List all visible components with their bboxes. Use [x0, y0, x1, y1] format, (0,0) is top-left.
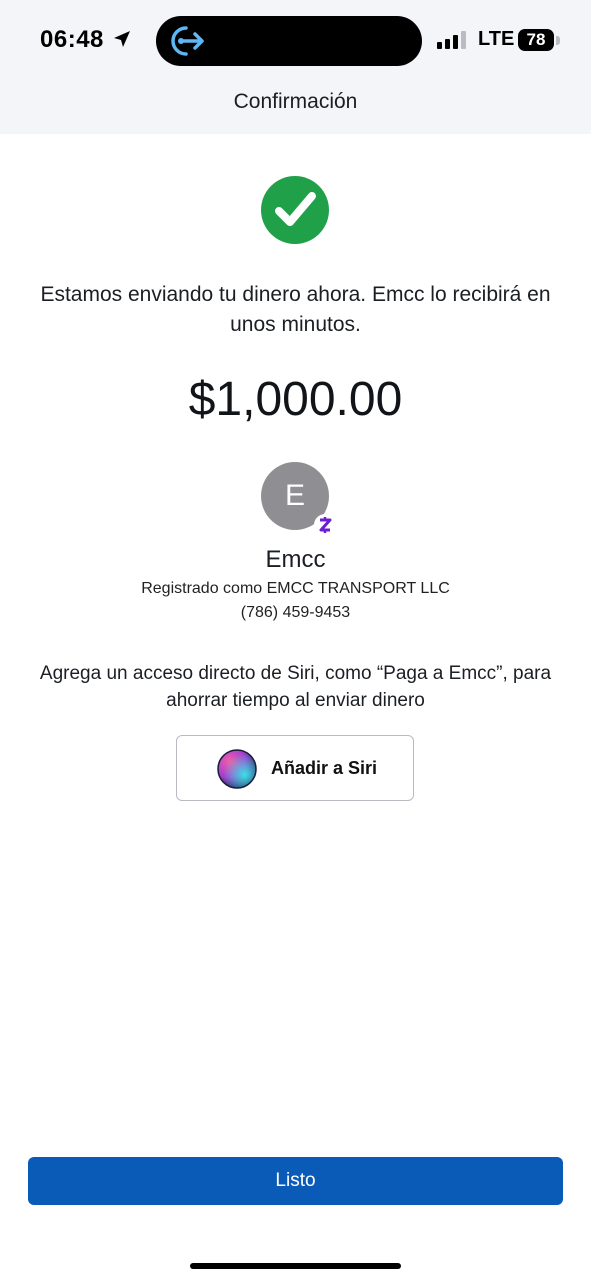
status-time: 06:48: [40, 26, 104, 53]
siri-icon: [217, 749, 257, 789]
nav-header: Confirmación: [0, 80, 591, 134]
network-type: LTE: [478, 28, 515, 50]
signal-icon: [437, 31, 466, 49]
location-arrow-icon: [114, 31, 130, 47]
done-button[interactable]: Listo: [28, 1157, 563, 1205]
avatar-initial: E: [284, 479, 305, 512]
battery-level: 78: [526, 30, 546, 49]
checkmark-icon: [261, 176, 329, 244]
recipient-phone: (786) 459-9453: [240, 604, 351, 621]
recipient-registered-name: Registrado como EMCC TRANSPORT LLC: [141, 580, 450, 597]
recipient-name: Emcc: [265, 546, 326, 573]
page-title: Confirmación: [233, 90, 358, 113]
battery-nub: [556, 36, 560, 45]
home-indicator[interactable]: [190, 1263, 401, 1269]
status-bar: 06:48 LTE 78: [0, 0, 591, 80]
zelle-icon: [314, 514, 336, 536]
siri-hint: Agrega un acceso directo de Siri, como “…: [39, 663, 552, 711]
dynamic-island[interactable]: [156, 16, 422, 66]
session-share-icon: [171, 26, 204, 56]
confirmation-message: Estamos enviando tu dinero ahora. Emcc l…: [40, 283, 551, 336]
add-to-siri-label: Añadir a Siri: [271, 758, 378, 778]
battery-icon: 78: [518, 29, 554, 51]
add-to-siri-button[interactable]: Añadir a Siri: [176, 735, 414, 801]
sent-amount: $1,000.00: [188, 373, 403, 426]
